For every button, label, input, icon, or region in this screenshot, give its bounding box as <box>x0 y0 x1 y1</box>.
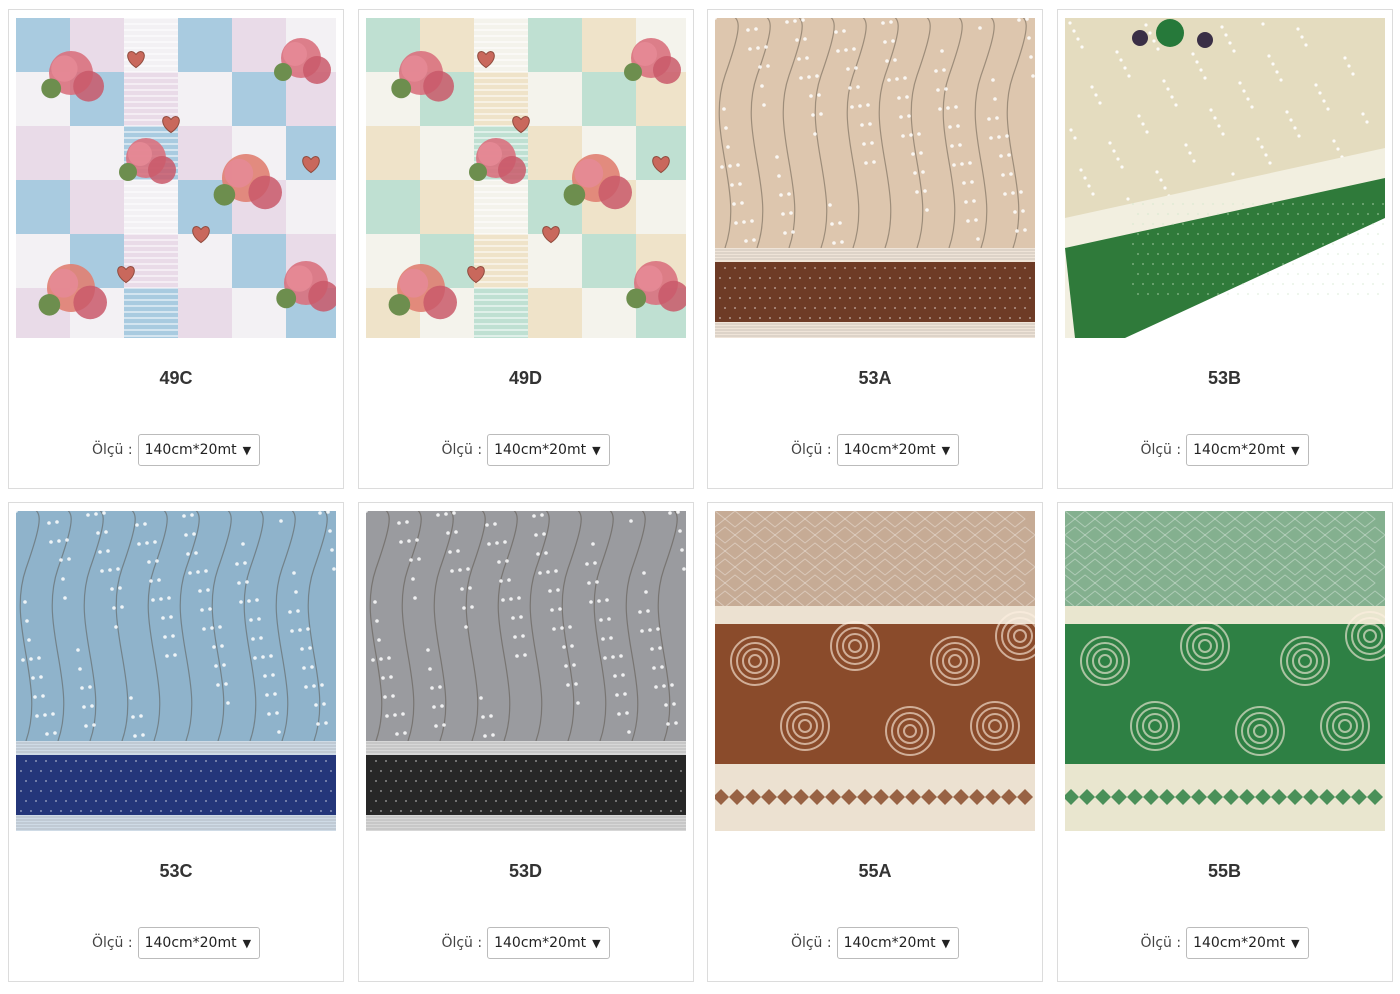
product-image[interactable] <box>1064 511 1385 831</box>
size-label: Ölçü : <box>790 935 832 951</box>
size-row: Ölçü : 140cm*20mt ▼ <box>9 434 343 466</box>
product-image[interactable] <box>715 18 1035 338</box>
product-image[interactable] <box>16 18 336 338</box>
size-label: Ölçü : <box>91 935 133 951</box>
size-row: Ölçü : 140cm*20mt ▼ <box>359 434 693 466</box>
size-select-value: 140cm*20mt <box>843 442 936 458</box>
product-image[interactable] <box>715 511 1035 831</box>
product-code[interactable]: 53B <box>1058 368 1392 389</box>
caret-down-icon: ▼ <box>242 936 252 950</box>
size-label: Ölçü : <box>441 442 483 458</box>
size-row: Ölçü : 140cm*20mt ▼ <box>708 927 1042 959</box>
product-code[interactable]: 53D <box>359 861 693 882</box>
size-label: Ölçü : <box>1140 442 1182 458</box>
size-select[interactable]: 140cm*20mt ▼ <box>1186 434 1309 466</box>
size-select-value: 140cm*20mt <box>144 442 237 458</box>
size-select-value: 140cm*20mt <box>144 935 237 951</box>
size-label: Ölçü : <box>91 442 133 458</box>
size-label: Ölçü : <box>441 935 483 951</box>
product-code[interactable]: 53C <box>9 861 343 882</box>
size-select-value: 140cm*20mt <box>843 935 936 951</box>
size-row: Ölçü : 140cm*20mt ▼ <box>708 434 1042 466</box>
product-code[interactable]: 55B <box>1058 861 1392 882</box>
size-select-value: 140cm*20mt <box>494 935 587 951</box>
size-select[interactable]: 140cm*20mt ▼ <box>836 434 960 466</box>
caret-down-icon: ▼ <box>592 443 601 457</box>
size-select-value: 140cm*20mt <box>1193 935 1286 951</box>
size-select[interactable]: 140cm*20mt ▼ <box>1186 927 1309 959</box>
product-image[interactable] <box>365 18 686 338</box>
caret-down-icon: ▼ <box>1291 443 1300 457</box>
size-label: Ölçü : <box>790 442 832 458</box>
product-grid: 49C Ölçü : 140cm*20mt ▼ 49D Ölçü : 140cm… <box>8 9 1393 982</box>
product-code[interactable]: 53A <box>708 368 1042 389</box>
product-card[interactable]: 53D Ölçü : 140cm*20mt ▼ <box>357 502 694 982</box>
size-row: Ölçü : 140cm*20mt ▼ <box>9 927 343 959</box>
size-select-value: 140cm*20mt <box>494 442 587 458</box>
caret-down-icon: ▼ <box>1291 936 1300 950</box>
product-card[interactable]: 49D Ölçü : 140cm*20mt ▼ <box>357 9 694 489</box>
product-card[interactable]: 53A Ölçü : 140cm*20mt ▼ <box>707 9 1043 489</box>
size-select[interactable]: 140cm*20mt ▼ <box>487 927 610 959</box>
product-image[interactable] <box>16 511 336 831</box>
size-select[interactable]: 140cm*20mt ▼ <box>836 927 960 959</box>
size-select-value: 140cm*20mt <box>1193 442 1286 458</box>
caret-down-icon: ▼ <box>941 443 951 457</box>
caret-down-icon: ▼ <box>242 443 252 457</box>
product-image[interactable] <box>1064 18 1385 338</box>
size-row: Ölçü : 140cm*20mt ▼ <box>359 927 693 959</box>
size-row: Ölçü : 140cm*20mt ▼ <box>1058 927 1392 959</box>
product-card[interactable]: 53B Ölçü : 140cm*20mt ▼ <box>1056 9 1393 489</box>
product-code[interactable]: 55A <box>708 861 1042 882</box>
caret-down-icon: ▼ <box>592 936 601 950</box>
size-row: Ölçü : 140cm*20mt ▼ <box>1058 434 1392 466</box>
size-select[interactable]: 140cm*20mt ▼ <box>487 434 610 466</box>
caret-down-icon: ▼ <box>941 936 951 950</box>
size-select[interactable]: 140cm*20mt ▼ <box>137 434 261 466</box>
product-card[interactable]: 53C Ölçü : 140cm*20mt ▼ <box>8 502 344 982</box>
product-card[interactable]: 55B Ölçü : 140cm*20mt ▼ <box>1056 502 1393 982</box>
product-code[interactable]: 49D <box>359 368 693 389</box>
product-card[interactable]: 49C Ölçü : 140cm*20mt ▼ <box>8 9 344 489</box>
size-select[interactable]: 140cm*20mt ▼ <box>137 927 261 959</box>
size-label: Ölçü : <box>1140 935 1182 951</box>
product-image[interactable] <box>365 511 686 831</box>
product-code[interactable]: 49C <box>9 368 343 389</box>
product-card[interactable]: 55A Ölçü : 140cm*20mt ▼ <box>707 502 1043 982</box>
